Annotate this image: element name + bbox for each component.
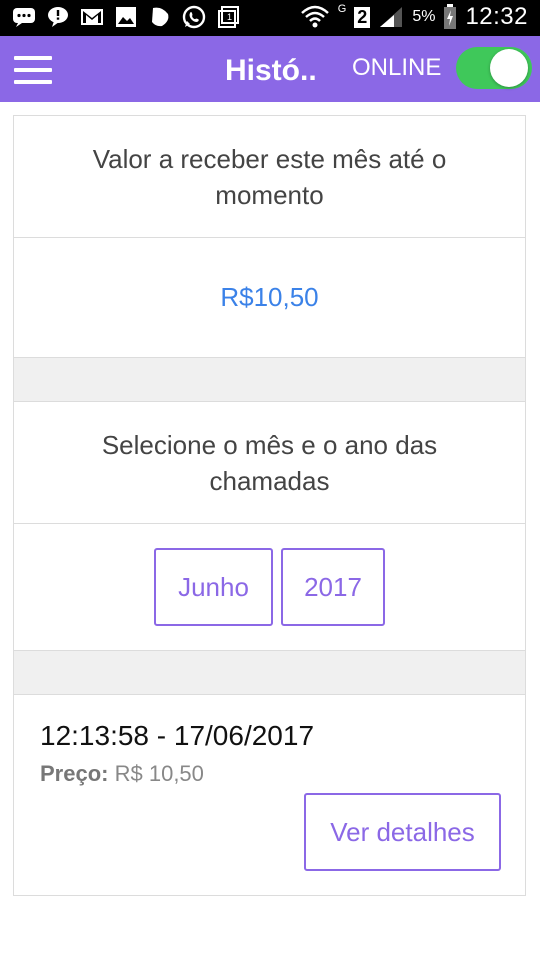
filter-selects: Junho 2017 bbox=[14, 524, 525, 651]
price-value: R$ 10,50 bbox=[114, 761, 204, 786]
calendar-icon: 1 bbox=[218, 6, 239, 28]
game-icon bbox=[152, 7, 169, 27]
sim-indicator: 2 bbox=[354, 6, 371, 28]
page-title: Histó.. bbox=[225, 54, 317, 87]
clock: 12:32 bbox=[465, 3, 528, 30]
content-list: Valor a receber este mês até o momento R… bbox=[13, 115, 526, 896]
gmail-icon bbox=[81, 9, 103, 25]
online-toggle[interactable] bbox=[456, 47, 532, 89]
notification-icons: 1 bbox=[12, 5, 240, 29]
summary-label: Valor a receber este mês até o momento bbox=[14, 116, 525, 238]
price-label: Preço: bbox=[40, 761, 109, 786]
online-label: ONLINE bbox=[352, 54, 442, 81]
divider bbox=[14, 358, 525, 402]
summary-value: R$10,50 bbox=[14, 238, 525, 358]
chat-icon bbox=[13, 8, 35, 27]
month-select-button[interactable]: Junho bbox=[154, 548, 273, 626]
app-bar: Histó.. ONLINE bbox=[0, 36, 540, 102]
details-button[interactable]: Ver detalhes bbox=[304, 793, 501, 871]
menu-icon[interactable] bbox=[14, 56, 52, 84]
list-item: 12:13:58 - 17/06/2017 Preço: R$ 10,50 Ve… bbox=[14, 695, 525, 895]
toggle-knob bbox=[490, 49, 528, 87]
system-icons: G 2 5% 12:32 bbox=[300, 3, 528, 31]
status-bar: 1 G 2 5% 12:32 bbox=[0, 0, 540, 36]
svg-text:1: 1 bbox=[227, 12, 232, 22]
year-select-button[interactable]: 2017 bbox=[281, 548, 385, 626]
divider bbox=[14, 651, 525, 695]
battery-icon bbox=[444, 4, 457, 29]
signal-icon bbox=[380, 7, 403, 27]
call-datetime: 12:13:58 - 17/06/2017 bbox=[40, 720, 315, 751]
network-type-label: G bbox=[337, 3, 347, 15]
call-price: Preço: R$ 10,50 bbox=[40, 761, 204, 787]
filter-label: Selecione o mês e o ano das chamadas bbox=[14, 402, 525, 524]
image-icon bbox=[116, 7, 136, 27]
battery-percent: 5% bbox=[412, 8, 436, 25]
wifi-icon bbox=[300, 5, 329, 28]
whatsapp-icon bbox=[182, 5, 206, 29]
message-alert-icon bbox=[48, 7, 68, 27]
